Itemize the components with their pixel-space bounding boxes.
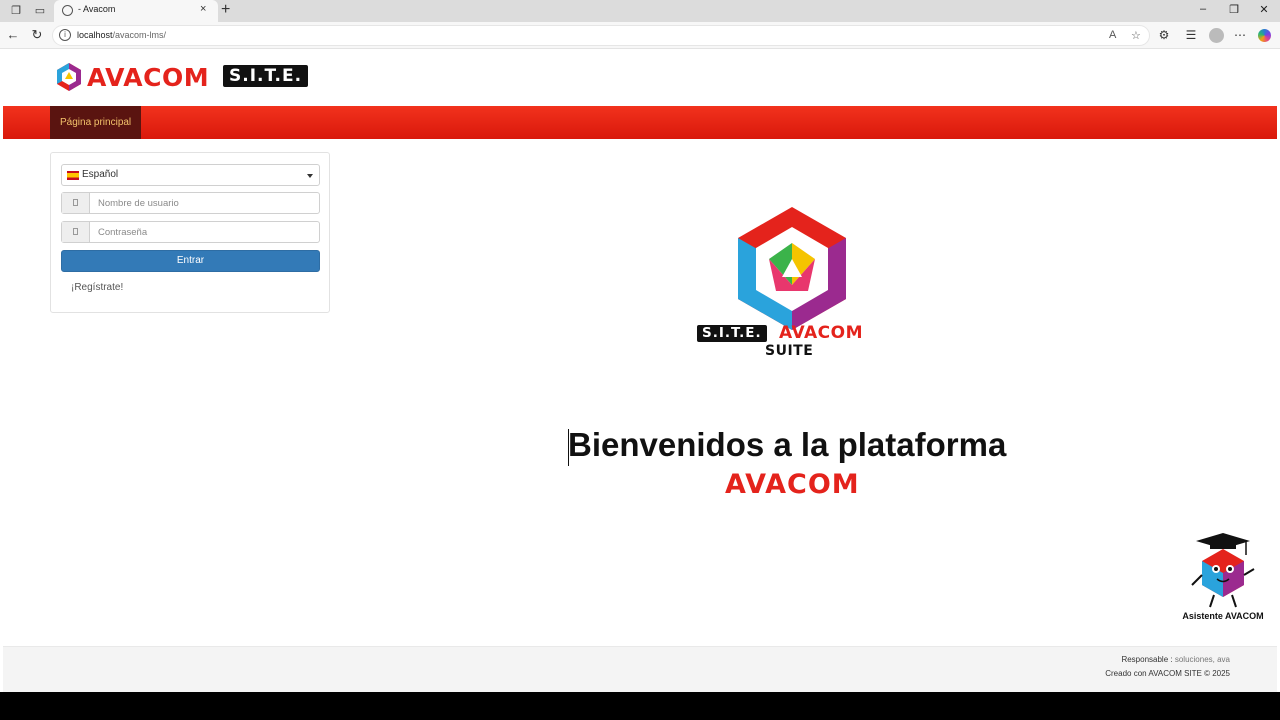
page-footer: Responsable : soluciones, ava Creado con…	[3, 646, 1277, 692]
register-link[interactable]: ¡Regístrate!	[71, 282, 123, 293]
assistant-label: Asistente AVACOM	[1182, 611, 1264, 621]
extensions-icon[interactable]: ⚙	[1156, 28, 1172, 42]
logo-wordmark: AVACOM	[87, 63, 210, 92]
lock-icon	[73, 228, 78, 235]
responsible-value: soluciones, ava	[1174, 655, 1230, 664]
band-avacom-word: AVACOM	[779, 323, 864, 343]
chevron-down-icon	[307, 174, 313, 178]
address-bar[interactable]: i localhost/avacom-lms/ A ☆	[52, 25, 1150, 46]
spain-flag-icon	[67, 171, 79, 180]
browser-toolbar: ← ↻ i localhost/avacom-lms/ A ☆ ⚙ ☰ ⋯	[0, 22, 1280, 49]
assistant-mascot-icon	[1191, 533, 1255, 608]
site-info-icon[interactable]: i	[59, 29, 71, 41]
copilot-icon[interactable]	[1258, 29, 1271, 42]
url-host: localhost	[77, 30, 113, 40]
url-text: localhost/avacom-lms/	[77, 30, 166, 40]
language-select[interactable]: Español	[61, 164, 320, 186]
band-suite-word: SUITE	[765, 343, 814, 359]
window-close-icon[interactable]: ✕	[1256, 3, 1272, 16]
more-menu-icon[interactable]: ⋯	[1232, 28, 1248, 42]
site-favicon-icon	[62, 5, 73, 16]
close-tab-icon[interactable]: ×	[200, 3, 206, 15]
welcome-heading: Bienvenidos a la plataforma	[568, 426, 1007, 463]
tab-strip: ❐ ▭ - Avacom × + – ❐ ✕	[0, 0, 1280, 22]
tab-actions-icon[interactable]: ▭	[33, 4, 47, 18]
url-path: /avacom-lms/	[112, 30, 167, 40]
read-aloud-icon[interactable]: A	[1109, 29, 1116, 41]
username-input[interactable]	[91, 193, 319, 213]
logo-hex-icon	[57, 63, 81, 91]
workspaces-icon[interactable]: ❐	[9, 4, 23, 18]
username-group	[61, 192, 320, 214]
footer-responsible: Responsable : soluciones, ava	[1121, 655, 1230, 664]
favorites-icon[interactable]: ☰	[1183, 28, 1199, 42]
responsible-label: Responsable :	[1121, 655, 1173, 664]
password-group	[61, 221, 320, 243]
welcome-brand-word: AVACOM	[725, 469, 860, 500]
browser-tab[interactable]: - Avacom ×	[54, 0, 218, 22]
page-content: AVACOM S.I.T.E. Página principal Español…	[3, 49, 1277, 692]
footer-created-by: Creado con AVACOM SITE © 2025	[1105, 669, 1230, 678]
language-selected-value: Español	[82, 169, 119, 180]
suite-brand-band: S.I.T.E. AVACOM SUITE	[697, 323, 887, 364]
login-button[interactable]: Entrar	[61, 250, 320, 272]
restore-icon[interactable]: ❐	[1226, 3, 1242, 16]
user-addon	[62, 193, 90, 213]
back-icon[interactable]: ←	[5, 27, 21, 42]
user-icon	[73, 199, 78, 206]
favorite-star-icon[interactable]: ☆	[1131, 29, 1141, 42]
browser-window: ❐ ▭ - Avacom × + – ❐ ✕ ← ↻ i localhost/a…	[0, 0, 1280, 692]
password-input[interactable]	[91, 222, 319, 242]
main-navbar: Página principal	[3, 106, 1277, 139]
minimize-icon[interactable]: –	[1195, 3, 1211, 15]
lock-addon	[62, 222, 90, 242]
assistant-widget[interactable]: Asistente AVACOM	[1178, 529, 1268, 629]
nav-home-link[interactable]: Página principal	[50, 106, 142, 139]
logo-site-badge: S.I.T.E.	[223, 65, 309, 87]
tab-title: - Avacom	[78, 4, 116, 14]
profile-avatar[interactable]	[1209, 28, 1224, 43]
site-logo[interactable]: AVACOM S.I.T.E.	[55, 61, 315, 93]
refresh-icon[interactable]: ↻	[29, 27, 45, 43]
new-tab-icon[interactable]: +	[221, 1, 230, 19]
login-panel: Español Entrar ¡Regístrate!	[50, 152, 330, 313]
band-site-badge: S.I.T.E.	[697, 325, 767, 342]
